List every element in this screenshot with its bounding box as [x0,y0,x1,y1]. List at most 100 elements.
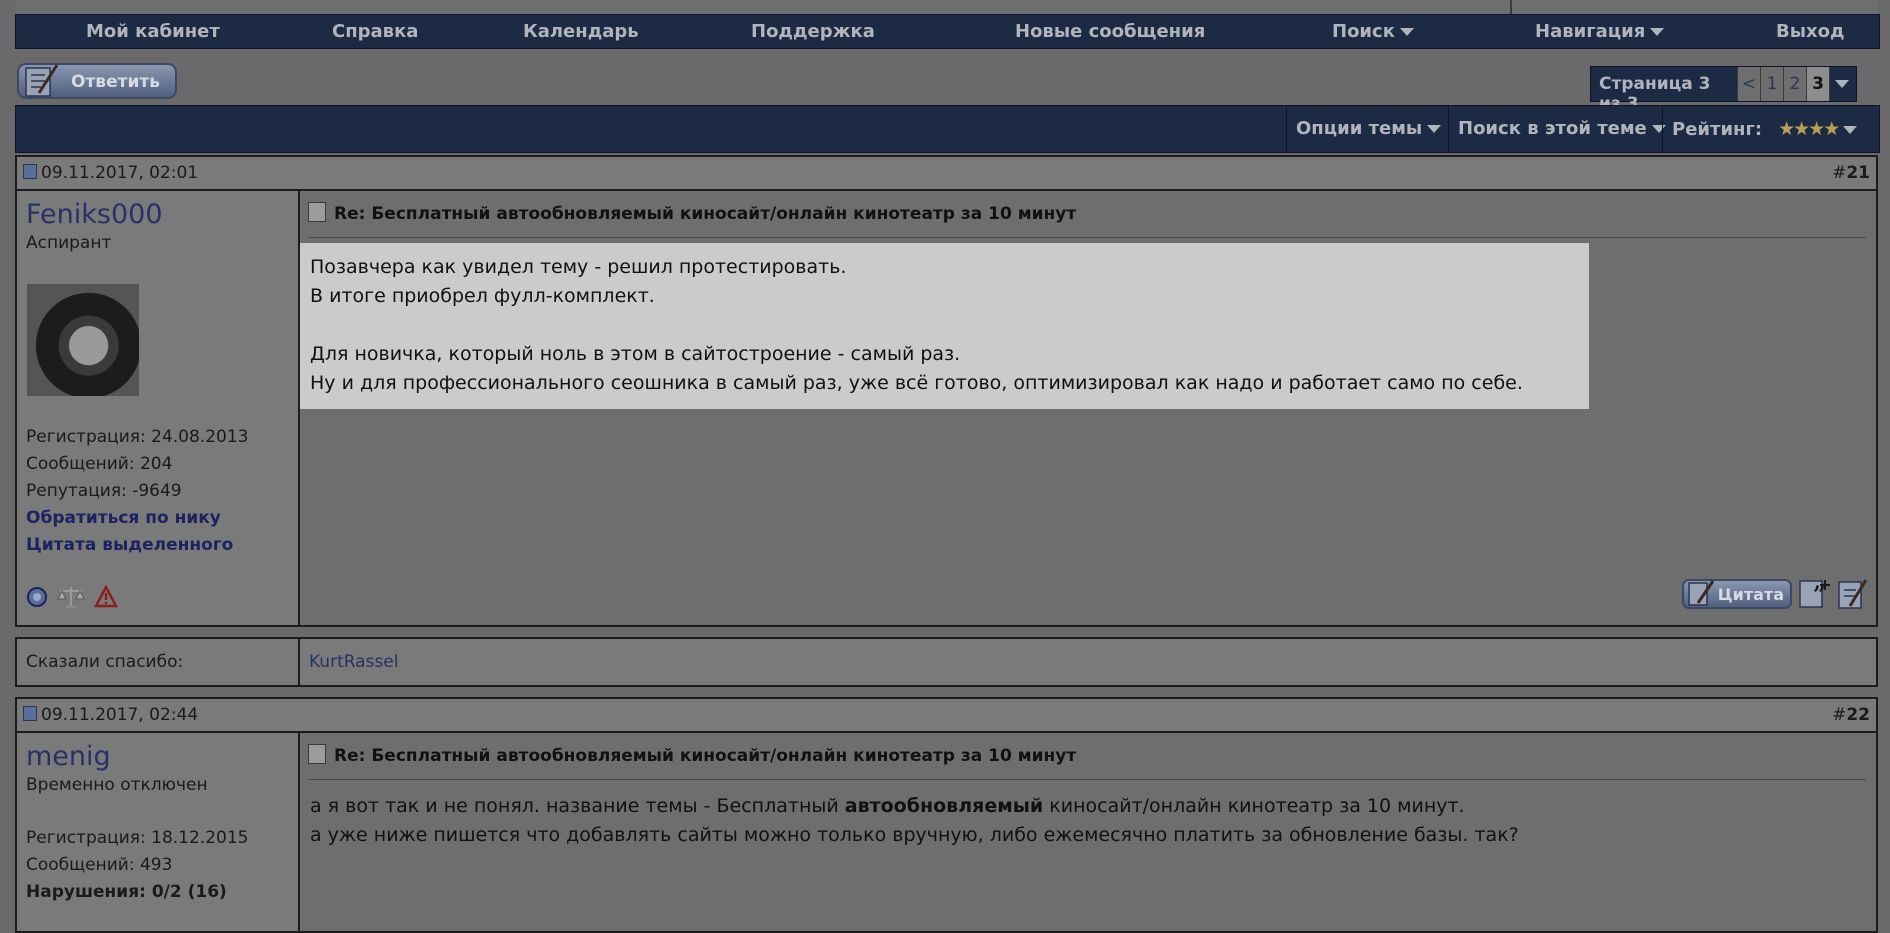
report-warning-icon[interactable] [94,585,118,609]
post-title-text: Re: Бесплатный автообновляемый киносайт/… [334,746,1077,766]
user-registration: Регистрация: 18.12.2015 [26,828,249,848]
post-number-prefix: # [1832,705,1847,725]
post-message: Позавчера как увидел тему - решил протес… [310,253,1523,398]
user-messages-count: Сообщений: 204 [26,454,173,474]
chevron-down-icon [1399,28,1414,36]
thread-tools-bar: Опции темы Поиск в этой теме Рейтинг: ★★★… [15,105,1880,153]
chevron-down-icon [1843,126,1858,134]
message-text: а я вот так и не понял. название темы - … [310,795,845,817]
user-title: Временно отключен [26,775,208,795]
chevron-down-icon [1427,125,1442,133]
quote-selection-link[interactable]: Цитата выделенного [26,535,233,555]
multi-quote-icon[interactable]: ” [1798,578,1830,610]
nav-navigation[interactable]: Навигация [1535,21,1665,42]
nav-logout[interactable]: Выход [1776,21,1845,42]
page-link-1[interactable]: 1 [1760,67,1783,101]
thread-search-menu[interactable]: Поиск в этой теме [1448,106,1666,152]
user-messages-count: Сообщений: 493 [26,855,173,875]
pagination: Страница 3 из 3 < 1 2 3 [1590,66,1857,114]
user-info-panel: Feniks000 Аспирант Регистрация: 24.08.20… [17,191,300,625]
thanks-row: Сказали спасибо: KurtRassel [15,637,1878,687]
nav-search-label: Поиск [1332,21,1395,42]
nav-calendar[interactable]: Календарь [523,21,639,42]
post-date-text: 09.11.2017, 02:01 [41,163,199,183]
reply-button[interactable]: Ответить [17,63,177,99]
message-line: Ну и для профессионального сеошника в са… [310,372,1523,394]
post-message: а я вот так и не понял. название темы - … [310,792,1519,850]
thread-options-menu[interactable]: Опции темы [1286,106,1448,152]
thread-rating-label: Рейтинг: [1672,119,1763,140]
post-action-buttons: Цитата ” [1681,578,1868,610]
message-line: Для новичка, который ноль в этом в сайто… [310,343,961,365]
reply-button-label: Ответить [71,72,160,92]
avatar[interactable] [27,284,139,396]
thread-search-label: Поиск в этой теме [1458,118,1647,139]
message-bold-text: автообновляемый [844,795,1044,817]
quick-reply-icon[interactable] [1836,578,1868,610]
message-line: а уже ниже пишется что добавлять сайты м… [310,824,1519,846]
mention-user-link[interactable]: Обратиться по нику [26,508,221,528]
nav-support[interactable]: Поддержка [751,21,875,42]
post-date-text: 09.11.2017, 02:44 [41,705,199,725]
thanks-label: Сказали спасибо: [26,652,184,672]
page-current: 3 [1806,67,1829,101]
user-info-panel: menig Временно отключен Регистрация: 18.… [17,733,300,931]
message-line: а я вот так и не понял. название темы - … [310,792,1519,821]
quote-pen-icon [1688,580,1715,606]
post-header: 09.11.2017, 02:01 #21 [15,155,1878,191]
post-number-prefix: # [1832,163,1847,183]
quote-button[interactable]: Цитата [1681,579,1792,609]
post-date: 09.11.2017, 02:01 [23,163,198,183]
post-number: 22 [1846,705,1870,725]
nav-new-messages[interactable]: Новые сообщения [1015,21,1205,42]
message-line: В итоге приобрел фулл-комплект. [310,285,655,307]
message-area: Re: Бесплатный автообновляемый киносайт/… [300,733,1876,931]
online-status-icon [27,587,47,607]
reply-pen-icon [25,64,59,97]
nav-search[interactable]: Поиск [1332,21,1414,42]
message-line: Позавчера как увидел тему - решил протес… [310,256,847,278]
page-link-2[interactable]: 2 [1783,67,1806,101]
post-title-text: Re: Бесплатный автообновляемый киносайт/… [334,204,1077,224]
message-line [310,311,1523,340]
post-date: 09.11.2017, 02:44 [23,705,198,725]
chevron-down-icon [1835,80,1849,88]
post-document-icon [308,202,326,222]
post-document-icon [308,744,326,764]
post-number-link[interactable]: #22 [1832,705,1870,725]
nav-my-cabinet[interactable]: Мой кабинет [86,21,220,42]
user-reputation: Репутация: -9649 [26,481,182,501]
thanks-user-link[interactable]: KurtRassel [309,652,398,672]
thanks-divider [298,639,300,685]
username-link[interactable]: menig [26,741,111,772]
post-header: 09.11.2017, 02:44 #22 [15,697,1878,733]
main-navbar: Мой кабинет Справка Календарь Поддержка … [15,14,1880,49]
nav-navigation-label: Навигация [1535,21,1646,42]
user-action-icons [26,585,118,609]
message-text: киносайт/онлайн кинотеатр за 10 минут. [1043,795,1465,817]
post-body: menig Временно отключен Регистрация: 18.… [15,733,1878,933]
post-title-divider [308,237,1866,238]
rating-stars-icon: ★★★★ [1778,118,1840,140]
post-number: 21 [1846,163,1870,183]
message-area: Re: Бесплатный автообновляемый киносайт/… [300,191,1876,625]
quote-button-label: Цитата [1717,585,1784,604]
top-strip-divider [1510,0,1512,14]
chevron-down-icon [1650,28,1665,36]
post-title: Re: Бесплатный автообновляемый киносайт/… [308,202,1076,224]
nav-help[interactable]: Справка [332,21,418,42]
reputation-scales-icon[interactable] [56,585,86,609]
user-registration: Регистрация: 24.08.2013 [26,427,249,447]
user-title: Аспирант [26,233,112,253]
thread-rating-menu[interactable]: Рейтинг: ★★★★ [1662,106,1879,152]
page-prev-link[interactable]: < [1737,67,1760,101]
post-title-divider [308,779,1866,780]
post-title: Re: Бесплатный автообновляемый киносайт/… [308,744,1076,766]
post-status-icon [23,164,37,179]
page-jump-dropdown[interactable] [1829,67,1856,101]
username-link[interactable]: Feniks000 [26,199,163,230]
post-number-link[interactable]: #21 [1832,163,1870,183]
post-body: Feniks000 Аспирант Регистрация: 24.08.20… [15,191,1878,627]
thread-options-label: Опции темы [1296,118,1423,139]
page-indicator: Страница 3 из 3 [1591,67,1737,114]
